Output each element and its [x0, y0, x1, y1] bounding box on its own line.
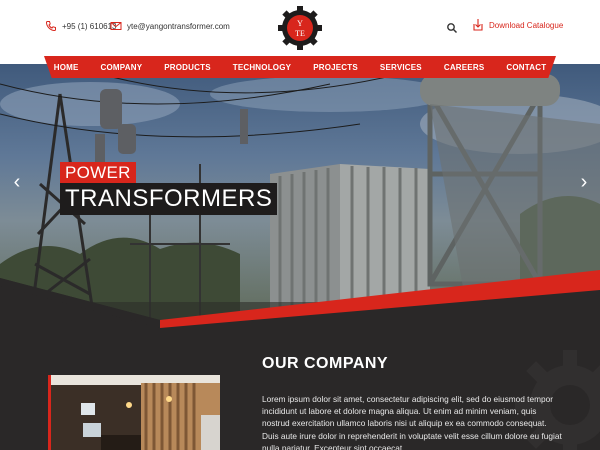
- slider-prev-arrow[interactable]: ‹: [10, 172, 24, 192]
- download-icon: [472, 18, 484, 32]
- nav-products[interactable]: PRODUCTS: [153, 63, 222, 72]
- company-office-photo: [48, 375, 220, 450]
- nav-home[interactable]: HOME: [44, 63, 90, 72]
- email-address: yte@yangontransformer.com: [127, 21, 230, 31]
- company-logo[interactable]: Y TE: [278, 6, 322, 50]
- phone-icon: [45, 20, 57, 32]
- phone-contact[interactable]: +95 (1) 610613: [45, 20, 117, 32]
- mail-icon: [110, 20, 122, 32]
- download-catalogue-link[interactable]: Download Catalogue: [472, 18, 563, 32]
- company-description: Lorem ipsum dolor sit amet, consectetur …: [262, 394, 562, 450]
- download-label: Download Catalogue: [489, 20, 564, 30]
- svg-text:TE: TE: [295, 29, 305, 38]
- nav-technology[interactable]: TECHNOLOGY: [222, 63, 302, 72]
- nav-contact[interactable]: CONTACT: [495, 63, 556, 72]
- main-nav: HOME COMPANY PRODUCTS TECHNOLOGY PROJECT…: [44, 56, 556, 78]
- hero-caption-line1: POWER: [60, 162, 136, 184]
- svg-text:Y: Y: [297, 19, 303, 28]
- nav-careers[interactable]: CAREERS: [433, 63, 496, 72]
- section-title: OUR COMPANY: [262, 355, 389, 372]
- email-contact[interactable]: yte@yangontransformer.com: [110, 20, 230, 32]
- search-icon[interactable]: [446, 21, 458, 34]
- top-header: +95 (1) 610613 yte@yangontransformer.com…: [0, 0, 600, 64]
- slider-next-arrow[interactable]: ›: [577, 172, 591, 192]
- phone-number: +95 (1) 610613: [62, 21, 117, 31]
- hero-caption-line2: TRANSFORMERS: [60, 183, 278, 215]
- nav-projects[interactable]: PROJECTS: [302, 63, 369, 72]
- nav-services[interactable]: SERVICES: [369, 63, 433, 72]
- nav-company[interactable]: COMPANY: [90, 63, 154, 72]
